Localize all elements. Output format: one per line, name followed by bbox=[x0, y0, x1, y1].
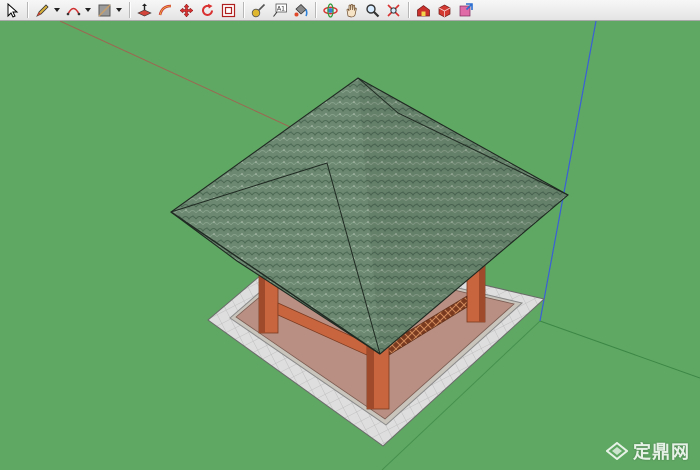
blue-axis-line bbox=[539, 21, 597, 322]
toolbar-separator bbox=[129, 2, 130, 18]
paint-bucket-tool-button[interactable] bbox=[292, 2, 309, 19]
arrow-cursor-icon bbox=[7, 2, 19, 18]
magnifier-icon bbox=[366, 3, 380, 17]
chevron-down-icon bbox=[53, 7, 60, 12]
text-label-icon: A1 bbox=[273, 3, 287, 17]
arc-dropdown[interactable] bbox=[84, 2, 91, 19]
warehouse-tool-button[interactable] bbox=[415, 2, 432, 19]
components-icon bbox=[438, 4, 451, 17]
tape-measure-icon bbox=[251, 3, 266, 17]
follow-me-icon bbox=[158, 4, 172, 15]
rotate-tool-button[interactable] bbox=[199, 2, 216, 19]
pavilion-scene bbox=[59, 21, 700, 470]
watermark: 定鼎网 bbox=[606, 438, 690, 464]
push-pull-tool-button[interactable] bbox=[136, 2, 153, 19]
toolbar-separator bbox=[243, 2, 244, 18]
toolbar-separator bbox=[408, 2, 409, 18]
move-arrows-icon bbox=[179, 3, 194, 17]
warehouse-icon bbox=[417, 4, 430, 16]
text-tool-button[interactable]: A1 bbox=[271, 2, 288, 19]
hand-icon bbox=[346, 3, 357, 17]
toolbar-separator bbox=[315, 2, 316, 18]
arc-icon bbox=[66, 7, 81, 15]
components-tool-button[interactable] bbox=[436, 2, 453, 19]
offset-tool-button[interactable] bbox=[220, 2, 237, 19]
green-axis-line bbox=[539, 320, 700, 379]
move-tool-button[interactable] bbox=[178, 2, 195, 19]
zoom-extents-tool-button[interactable] bbox=[385, 2, 402, 19]
diamond-logo-icon bbox=[606, 442, 628, 460]
share-model-icon bbox=[459, 2, 473, 16]
rectangle-icon bbox=[98, 4, 111, 16]
tape-measure-tool-button[interactable] bbox=[250, 2, 267, 19]
zoom-extents-icon bbox=[387, 3, 400, 17]
rotate-icon bbox=[202, 3, 213, 16]
arc-tool-button[interactable] bbox=[65, 2, 82, 19]
pencil-dropdown[interactable] bbox=[53, 2, 60, 19]
push-pull-icon bbox=[137, 3, 152, 16]
select-tool-button[interactable] bbox=[4, 2, 21, 19]
watermark-text: 定鼎网 bbox=[633, 442, 690, 463]
orbit-tool-button[interactable] bbox=[322, 2, 339, 19]
text-tool-label: A1 bbox=[277, 5, 285, 12]
pencil-icon bbox=[36, 3, 49, 17]
main-toolbar: A1 bbox=[0, 0, 700, 21]
pan-tool-button[interactable] bbox=[343, 2, 360, 19]
pencil-tool-button[interactable] bbox=[34, 2, 51, 19]
orbit-icon bbox=[323, 2, 338, 18]
rectangle-tool-button[interactable] bbox=[96, 2, 113, 19]
toolbar-separator bbox=[27, 2, 28, 18]
follow-me-tool-button[interactable] bbox=[157, 2, 174, 19]
share-model-tool-button[interactable] bbox=[457, 2, 474, 19]
chevron-down-icon bbox=[84, 7, 91, 12]
offset-icon bbox=[221, 3, 236, 17]
zoom-tool-button[interactable] bbox=[364, 2, 381, 19]
chevron-down-icon bbox=[115, 7, 122, 12]
paint-bucket-icon bbox=[294, 3, 308, 16]
model-viewport[interactable]: 定鼎网 bbox=[0, 21, 700, 470]
rectangle-dropdown[interactable] bbox=[115, 2, 122, 19]
